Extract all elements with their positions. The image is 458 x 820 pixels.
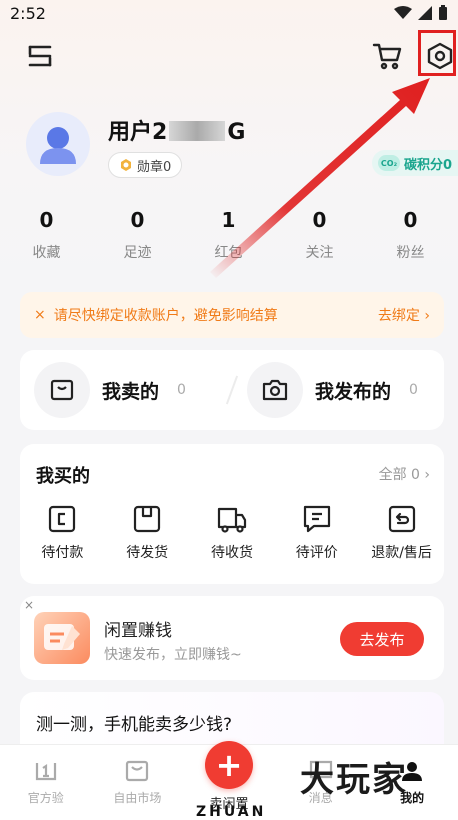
order-status-label: 待发货 (126, 545, 169, 561)
stat-label: 收藏 (32, 245, 61, 261)
username-suffix: G (227, 120, 246, 145)
pay-icon (49, 505, 76, 533)
watermark-text: 大玩家 (300, 760, 408, 800)
badge-label: 勋章0 (137, 159, 172, 175)
order-status-label: 待收货 (210, 545, 253, 561)
bought-title: 我买的 (36, 466, 90, 487)
bought-all-link[interactable]: 全部 0 › (379, 464, 430, 484)
my-sold-entry[interactable]: 我卖的 0 (20, 362, 231, 418)
official-icon (35, 763, 56, 781)
stat-label: 足迹 (123, 245, 152, 261)
menu-icon[interactable] (24, 40, 56, 72)
co2-icon: CO₂ (378, 155, 400, 171)
my-published-entry[interactable]: 我发布的 0 (233, 362, 444, 418)
username-redacted (169, 121, 226, 141)
user-avatar-icon (40, 127, 76, 164)
promo-card: × 闲置赚钱 快速发布，立即赚钱~ 去发布 (20, 596, 444, 680)
bind-account-link[interactable]: 去绑定 › (378, 305, 430, 325)
order-pending-shipment[interactable]: 待发货 (105, 504, 190, 562)
published-count: 0 (409, 382, 418, 398)
stat-following[interactable]: 0 关注 (273, 208, 366, 262)
notice-message: 请尽快绑定收款账户，避免影响结算 (53, 308, 278, 324)
stat-history[interactable]: 0 足迹 (91, 208, 184, 262)
carbon-label: 碳积分0 (404, 157, 453, 173)
signal-icon (418, 6, 432, 20)
watermark-brand: ZHUAN (196, 804, 267, 820)
promo-close-icon[interactable]: × (24, 598, 34, 612)
review-icon (303, 505, 330, 533)
market-icon (126, 760, 149, 782)
stat-label: 粉丝 (396, 245, 425, 261)
cart-icon[interactable] (370, 40, 404, 72)
notice-close-icon[interactable]: × (34, 307, 46, 323)
refund-icon (388, 505, 415, 533)
order-status-row: 待付款 待发货 待收货 待评价 退款/售后 (20, 504, 444, 562)
order-pending-review[interactable]: 待评价 (274, 504, 359, 562)
sold-label: 我卖的 (102, 380, 160, 403)
publish-button[interactable]: 去发布 (340, 622, 424, 656)
stats-row: 0 收藏 0 足迹 1 红包 0 关注 0 粉丝 (0, 208, 458, 262)
stat-value: 0 (312, 208, 327, 232)
avatar[interactable] (26, 112, 90, 176)
status-icons (394, 5, 448, 21)
promo-title: 闲置赚钱 (104, 621, 172, 641)
status-time: 2:52 (10, 3, 46, 23)
sold-icon (34, 362, 90, 418)
settings-highlight-box (418, 30, 456, 76)
badge-pill[interactable]: 勋章0 (108, 152, 183, 178)
stat-label: 红包 (214, 245, 243, 261)
promo-subtitle: 快速发布，立即赚钱~ (104, 647, 242, 663)
quiz-title: 测一测，手机能卖多少钱? (36, 715, 233, 735)
published-label: 我发布的 (315, 380, 392, 403)
stat-value: 0 (39, 208, 54, 232)
nav-official-inspection[interactable]: 官方验 (0, 745, 92, 820)
ship-icon (134, 505, 161, 533)
stat-fans[interactable]: 0 粉丝 (364, 208, 457, 262)
status-bar: 2:52 (0, 0, 458, 26)
order-status-label: 待付款 (41, 545, 84, 561)
bought-card: 我买的 全部 0 › 待付款 待发货 待收货 待评价 退款/售后 (20, 444, 444, 584)
sell-plus-button[interactable]: + (204, 741, 253, 789)
username: 用户2 G (108, 114, 245, 146)
order-status-label: 退款/售后 (371, 545, 432, 561)
order-pending-payment[interactable]: 待付款 (20, 504, 105, 562)
sold-count: 0 (177, 382, 186, 398)
stat-value: 1 (221, 208, 236, 232)
carbon-points[interactable]: CO₂ 碳积分0 (372, 150, 458, 176)
bind-account-notice: × 请尽快绑定收款账户，避免影响结算 去绑定 › (20, 292, 444, 338)
selling-card: 我卖的 0 我发布的 0 (20, 350, 444, 430)
username-prefix: 用户2 (108, 120, 168, 145)
order-status-label: 待评价 (295, 545, 338, 561)
stat-value: 0 (403, 208, 418, 232)
nav-label: 自由市场 (113, 791, 162, 805)
stat-value: 0 (130, 208, 145, 232)
stat-red-packet[interactable]: 1 红包 (182, 208, 275, 262)
battery-icon (439, 5, 447, 20)
nav-label: 官方验 (27, 791, 64, 805)
truck-icon (217, 507, 247, 533)
nav-free-market[interactable]: 自由市场 (92, 745, 184, 820)
medal-icon (121, 159, 131, 171)
promo-illustration (34, 612, 90, 664)
stat-favorites[interactable]: 0 收藏 (0, 208, 93, 262)
order-pending-receipt[interactable]: 待收货 (190, 504, 275, 562)
order-refund[interactable]: 退款/售后 (359, 504, 444, 562)
camera-icon (247, 362, 303, 418)
wifi-icon (394, 6, 412, 19)
stat-label: 关注 (305, 245, 334, 261)
